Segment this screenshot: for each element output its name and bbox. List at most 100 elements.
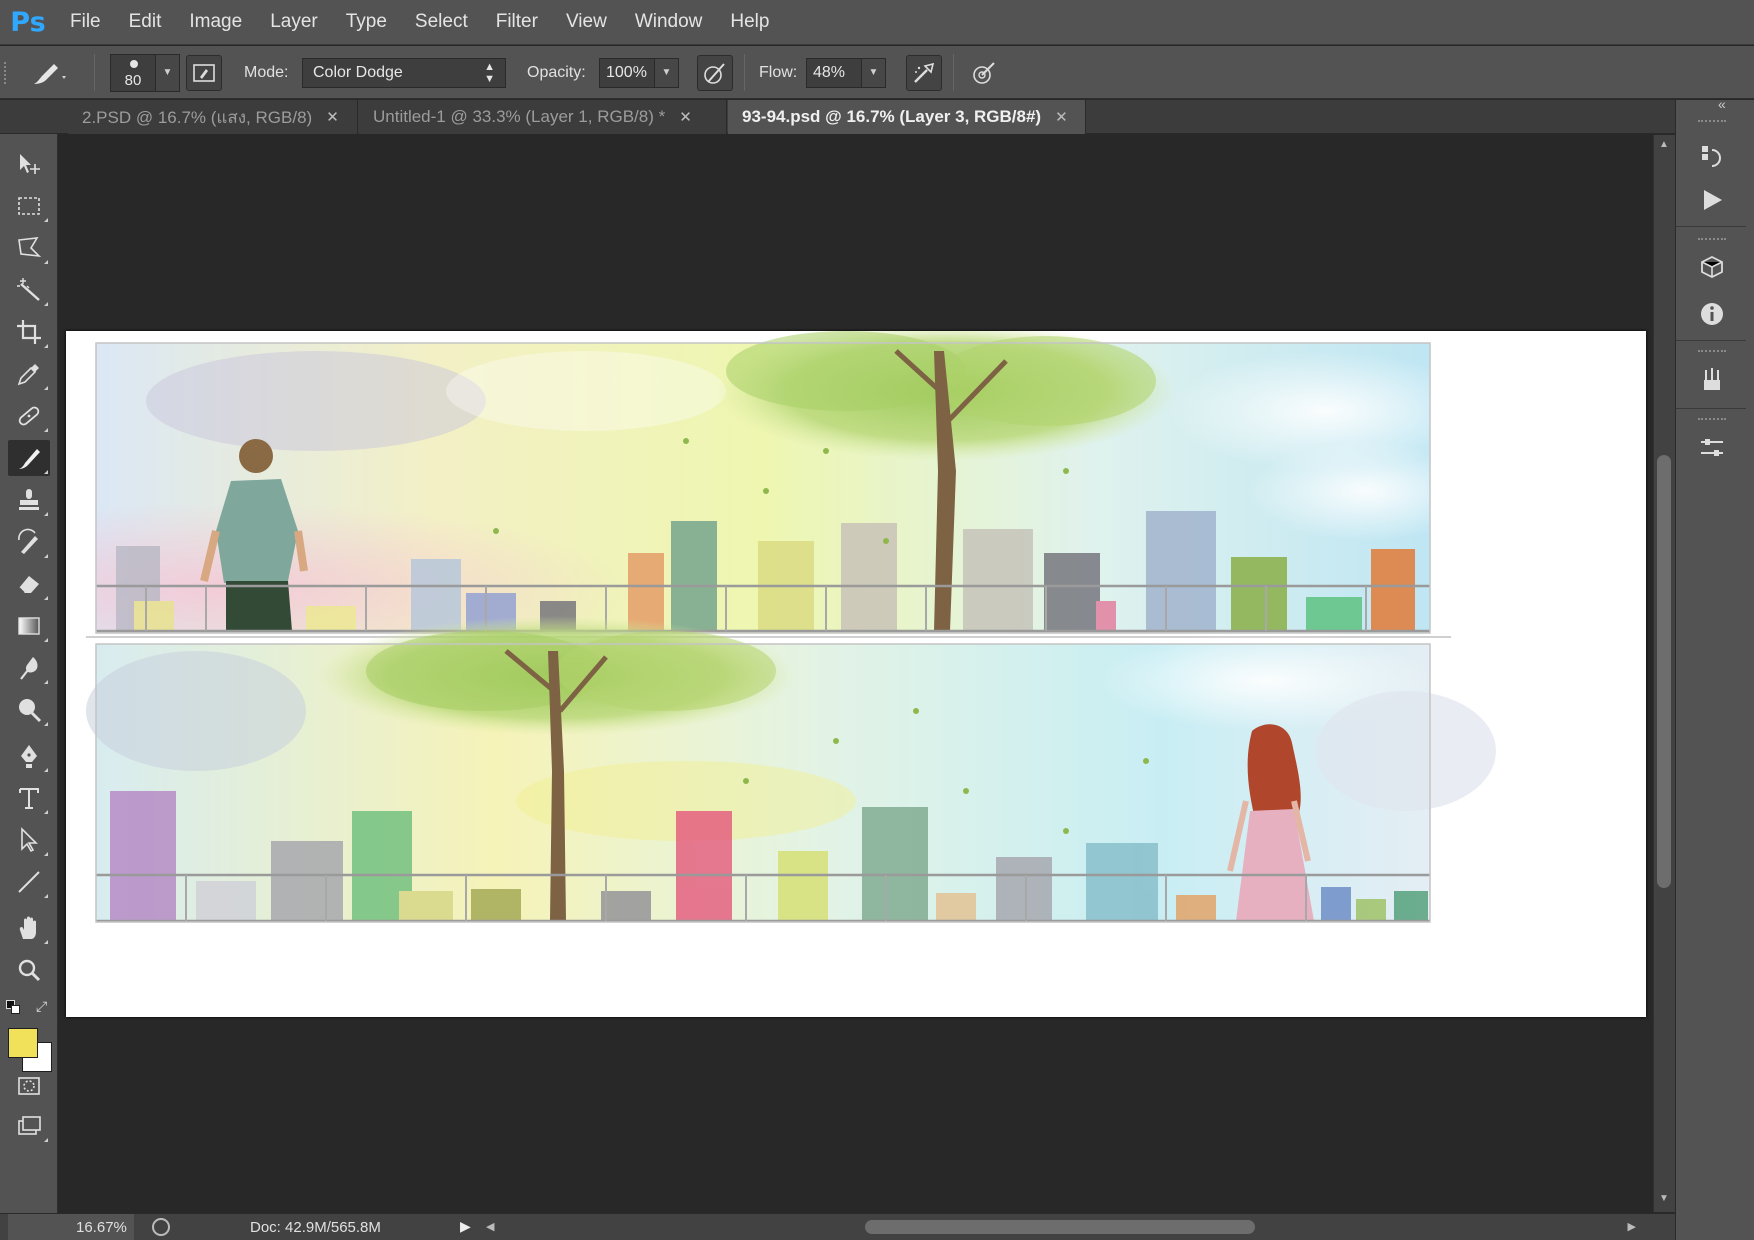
line-tool[interactable] bbox=[8, 864, 50, 900]
flow-field[interactable]: 48% ▼ bbox=[806, 46, 886, 99]
mode-group: Mode: bbox=[244, 46, 288, 99]
panel-dock: « bbox=[1675, 96, 1754, 1240]
screen-mode-button[interactable] bbox=[8, 1108, 50, 1144]
marquee-tool[interactable] bbox=[8, 188, 50, 224]
airbrush-button[interactable] bbox=[906, 46, 942, 99]
menu-edit[interactable]: Edit bbox=[115, 11, 176, 33]
collapse-dock-icon[interactable]: « bbox=[1718, 96, 1726, 112]
menu-layer[interactable]: Layer bbox=[256, 11, 332, 33]
eraser-tool[interactable] bbox=[8, 566, 50, 602]
horizontal-scrollbar[interactable]: ◀ ▶ bbox=[480, 1218, 1640, 1236]
default-colors-icon[interactable] bbox=[6, 1000, 22, 1014]
airbrush-icon[interactable] bbox=[906, 54, 942, 91]
hand-tool[interactable] bbox=[8, 910, 50, 946]
flow-chevron-down-icon[interactable]: ▼ bbox=[862, 57, 886, 88]
play-icon bbox=[1704, 190, 1722, 210]
quick-mask-button[interactable] bbox=[8, 1068, 50, 1104]
chevron-down-icon[interactable]: ▼ bbox=[156, 53, 180, 92]
crop-tool[interactable] bbox=[8, 314, 50, 350]
gradient-icon bbox=[18, 617, 40, 635]
history-brush-icon bbox=[18, 528, 38, 554]
magic-wand-tool[interactable] bbox=[8, 272, 50, 308]
photoshop-logo: Ps bbox=[10, 6, 46, 38]
zoom-level[interactable]: 16.67% bbox=[76, 1219, 127, 1236]
zoom-level-field[interactable]: 16.67% bbox=[8, 1214, 134, 1240]
swap-colors-icon[interactable]: ⤢ bbox=[36, 998, 47, 1015]
dock-separator bbox=[1676, 408, 1746, 409]
path-select-arrow-icon bbox=[21, 827, 38, 853]
healing-brush-tool[interactable] bbox=[8, 398, 50, 434]
opacity-pressure-button[interactable] bbox=[697, 46, 733, 99]
history-brush-tool[interactable] bbox=[8, 524, 50, 560]
zoom-tool[interactable] bbox=[8, 952, 50, 988]
close-icon[interactable]: ✕ bbox=[1055, 108, 1068, 126]
brush-panel-toggle[interactable] bbox=[186, 46, 222, 99]
menu-type[interactable]: Type bbox=[332, 11, 401, 33]
size-pressure-button[interactable] bbox=[966, 46, 1002, 99]
scroll-left-arrow-icon[interactable]: ◀ bbox=[486, 1220, 494, 1233]
history-icon bbox=[1702, 146, 1721, 167]
menu-select[interactable]: Select bbox=[401, 11, 482, 33]
horizontal-scroll-thumb[interactable] bbox=[865, 1220, 1255, 1234]
clone-stamp-tool[interactable] bbox=[8, 482, 50, 518]
status-options-icon[interactable] bbox=[152, 1218, 170, 1236]
info-panel-button[interactable] bbox=[1694, 296, 1730, 332]
move-tool[interactable] bbox=[8, 146, 50, 182]
tab-93-94-psd[interactable]: 93-94.psd @ 16.7% (Layer 3, RGB/8#) ✕ bbox=[728, 100, 1086, 134]
vertical-scrollbar[interactable]: ▲ ▼ bbox=[1653, 135, 1675, 1212]
type-tool[interactable] bbox=[8, 780, 50, 816]
blur-tool[interactable] bbox=[8, 650, 50, 686]
tool-preset-picker[interactable] bbox=[28, 46, 68, 99]
brush-tool[interactable] bbox=[8, 440, 50, 476]
scroll-down-arrow-icon[interactable]: ▼ bbox=[1659, 1193, 1669, 1204]
menu-filter[interactable]: Filter bbox=[482, 11, 552, 33]
polygonal-lasso-icon bbox=[18, 237, 42, 258]
foreground-color-swatch[interactable] bbox=[8, 1028, 38, 1058]
brush-tip-dot-icon bbox=[130, 59, 138, 68]
status-menu-arrow-icon[interactable]: ▶ bbox=[460, 1218, 471, 1235]
dodge-tool[interactable] bbox=[8, 692, 50, 728]
lasso-tool[interactable] bbox=[8, 230, 50, 266]
eyedropper-tool[interactable] bbox=[8, 356, 50, 392]
tab-untitled-1[interactable]: Untitled-1 @ 33.3% (Layer 1, RGB/8) * ✕ bbox=[359, 100, 727, 134]
close-icon[interactable]: ✕ bbox=[326, 108, 339, 126]
vertical-scroll-thumb[interactable] bbox=[1657, 455, 1671, 888]
scroll-right-arrow-icon[interactable]: ▶ bbox=[1628, 1220, 1636, 1233]
document-tab-bar: 2.PSD @ 16.7% (แสง, RGB/8) ✕ Untitled-1 … bbox=[0, 100, 1675, 134]
menu-image[interactable]: Image bbox=[175, 11, 256, 33]
brush-icon bbox=[19, 449, 40, 469]
brush-presets-panel-button[interactable] bbox=[1694, 362, 1730, 398]
brush-size-picker[interactable]: 80 ▼ bbox=[110, 46, 180, 99]
scroll-up-arrow-icon[interactable]: ▲ bbox=[1659, 139, 1669, 150]
type-icon bbox=[19, 788, 39, 809]
mode-select[interactable]: Color Dodge ▲ ▼ bbox=[302, 46, 506, 99]
menu-view[interactable]: View bbox=[552, 11, 621, 33]
path-selection-tool[interactable] bbox=[8, 822, 50, 858]
adjustments-panel-button[interactable] bbox=[1694, 430, 1730, 466]
menu-window[interactable]: Window bbox=[621, 11, 717, 33]
menu-file[interactable]: File bbox=[56, 11, 115, 33]
info-icon bbox=[1701, 303, 1723, 325]
artwork-canvas[interactable] bbox=[66, 321, 1646, 1017]
opacity-chevron-down-icon[interactable]: ▼ bbox=[655, 57, 679, 88]
flow-value[interactable]: 48% bbox=[806, 57, 862, 88]
menu-help[interactable]: Help bbox=[716, 11, 783, 33]
brush-panel-icon[interactable] bbox=[186, 54, 222, 91]
history-panel-button[interactable] bbox=[1694, 138, 1730, 174]
gradient-tool[interactable] bbox=[8, 608, 50, 644]
pen-tool[interactable] bbox=[8, 738, 50, 774]
opacity-value[interactable]: 100% bbox=[599, 57, 655, 88]
3d-panel-button[interactable] bbox=[1694, 250, 1730, 286]
pressure-opacity-icon[interactable] bbox=[697, 54, 733, 91]
magic-wand-icon bbox=[17, 278, 40, 301]
close-icon[interactable]: ✕ bbox=[679, 108, 692, 126]
dock-grip bbox=[1698, 238, 1726, 242]
document-window bbox=[59, 135, 1652, 1212]
actions-panel-button[interactable] bbox=[1694, 182, 1730, 218]
pressure-size-icon[interactable] bbox=[966, 55, 1002, 91]
tab-2psd[interactable]: 2.PSD @ 16.7% (แสง, RGB/8) ✕ bbox=[68, 100, 358, 134]
pen-icon bbox=[21, 745, 37, 768]
opacity-label: Opacity: bbox=[527, 63, 586, 81]
opacity-group: Opacity: bbox=[527, 46, 586, 99]
opacity-field[interactable]: 100% ▼ bbox=[599, 46, 679, 99]
